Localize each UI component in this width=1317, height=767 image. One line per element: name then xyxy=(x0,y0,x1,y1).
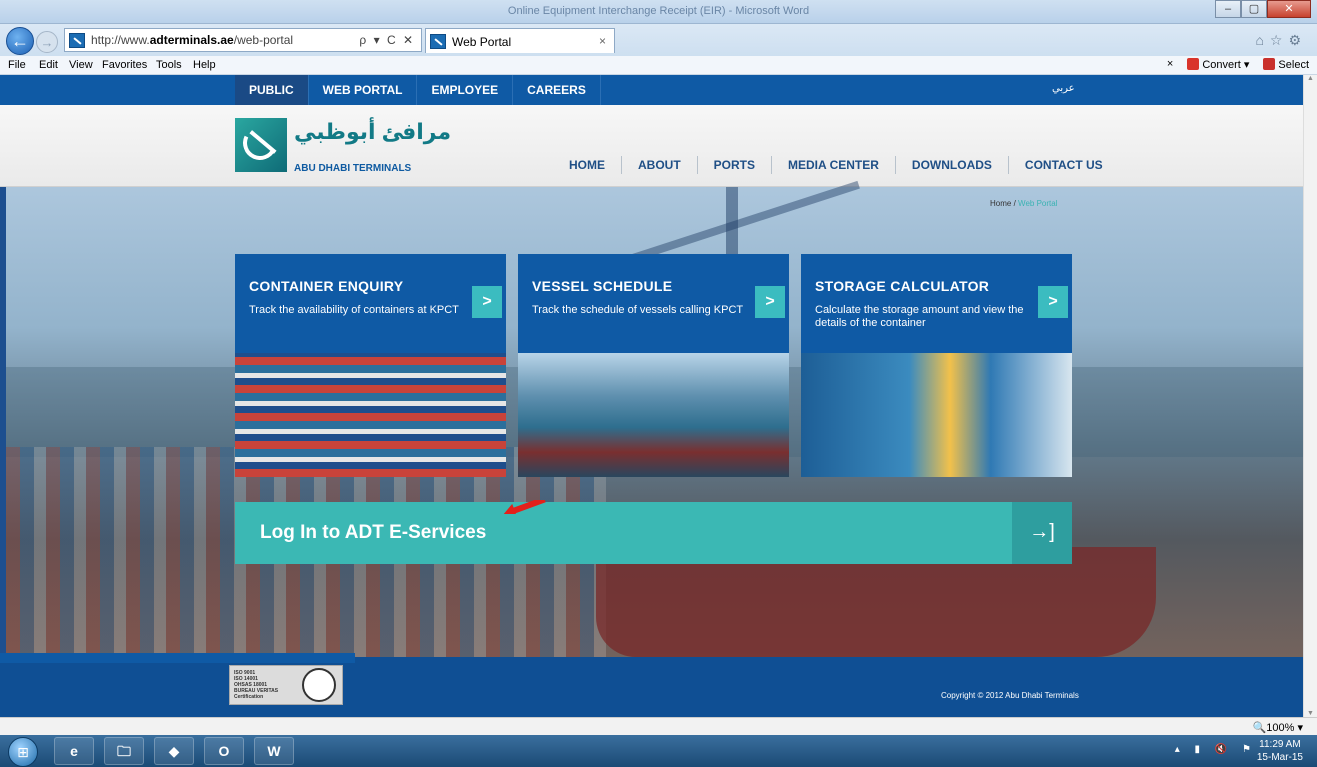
vertical-scrollbar[interactable] xyxy=(1303,75,1317,717)
certification-badge: ISO 9001 ISO 14001 OHSAS 18001 BUREAU VE… xyxy=(229,665,343,705)
nav-home[interactable]: HOME xyxy=(553,156,622,174)
maximize-button[interactable]: ▢ xyxy=(1241,0,1267,18)
home-favorites-settings-icons[interactable]: ⌂☆⚙ xyxy=(1255,32,1307,49)
cert-text: ISO 9001 ISO 14001 OHSAS 18001 BUREAU VE… xyxy=(234,670,279,700)
storage-calculator-card[interactable]: STORAGE CALCULATOR Calculate the storage… xyxy=(801,254,1072,477)
breadcrumb-separator: / xyxy=(1013,199,1016,208)
site-header: مرافئ أبوظبي ABU DHABI TERMINALS HOME AB… xyxy=(0,105,1303,187)
address-row: ← → http://www.adterminals.ae/web-portal… xyxy=(0,24,1317,56)
select-icon xyxy=(1263,58,1276,70)
toolbar-close-icon[interactable]: × xyxy=(1167,58,1173,71)
nav-media-center[interactable]: MEDIA CENTER xyxy=(772,156,896,174)
site-favicon-icon xyxy=(69,33,85,48)
main-nav: HOME ABOUT PORTS MEDIA CENTER DOWNLOADS … xyxy=(553,156,1119,174)
vessel-photo xyxy=(518,353,789,477)
chevron-right-icon[interactable]: > xyxy=(755,286,785,318)
menu-help[interactable]: Help xyxy=(193,59,216,71)
copyright-text: Copyright © 2012 Abu Dhabi Terminals xyxy=(941,691,1079,700)
top-nav: PUBLIC WEB PORTAL EMPLOYEE CAREERS عربي xyxy=(0,75,1303,105)
site-footer: ISO 9001 ISO 14001 OHSAS 18001 BUREAU VE… xyxy=(0,653,1303,717)
worker-photo xyxy=(801,353,1072,477)
nav-about[interactable]: ABOUT xyxy=(622,156,698,174)
nav-ports[interactable]: PORTS xyxy=(698,156,773,174)
window-title: Online Equipment Interchange Receipt (EI… xyxy=(507,5,810,17)
taskbar-clock[interactable]: 11:29 AM 15-Mar-15 xyxy=(1257,738,1303,764)
card-description: Calculate the storage amount and view th… xyxy=(815,304,1024,329)
tab-web-portal[interactable]: Web Portal × xyxy=(425,28,615,53)
card-title: CONTAINER ENQUIRY xyxy=(249,278,404,294)
red-annotation-arrow-icon xyxy=(503,500,546,514)
containers-photo xyxy=(235,353,506,477)
tab-favicon-icon xyxy=(430,34,446,49)
window-controls: – ▢ ✕ xyxy=(1215,0,1311,18)
start-button-icon[interactable]: ⊞ xyxy=(8,737,38,767)
login-e-services-bar[interactable]: Log In to ADT E-Services →] xyxy=(235,502,1072,564)
minimize-button[interactable]: – xyxy=(1215,0,1241,18)
windows-taskbar: ⊞ e 🗀 ◆ O W ▴ ▮ 🔇 ⚑ 11:29 AM 15-Mar-15 xyxy=(0,735,1317,767)
window-titlebar: Online Equipment Interchange Receipt (EI… xyxy=(0,0,1317,24)
menu-view[interactable]: View xyxy=(69,59,93,71)
topnav-web-portal[interactable]: WEB PORTAL xyxy=(309,75,418,105)
file-explorer-icon[interactable]: 🗀 xyxy=(104,737,144,765)
topnav-careers[interactable]: CAREERS xyxy=(513,75,601,105)
vessel-schedule-card[interactable]: VESSEL SCHEDULE Track the schedule of ve… xyxy=(518,254,789,477)
card-title: VESSEL SCHEDULE xyxy=(532,278,673,294)
nav-downloads[interactable]: DOWNLOADS xyxy=(896,156,1009,174)
chevron-right-icon[interactable]: > xyxy=(472,286,502,318)
bureau-veritas-seal-icon xyxy=(302,668,336,702)
internet-explorer-icon[interactable]: e xyxy=(54,737,94,765)
card-title: STORAGE CALCULATOR xyxy=(815,278,990,294)
breadcrumb: Home / Web Portal xyxy=(990,199,1057,208)
menu-tools[interactable]: Tools xyxy=(156,59,182,71)
login-label[interactable]: Log In to ADT E-Services xyxy=(260,522,486,544)
nav-contact-us[interactable]: CONTACT US xyxy=(1009,156,1119,174)
app-icon[interactable]: ◆ xyxy=(154,737,194,765)
topnav-employee[interactable]: EMPLOYEE xyxy=(417,75,514,105)
toolbar-right: × Convert ▾ Select xyxy=(1167,58,1309,71)
zoom-level[interactable]: 🔍100% ▾ xyxy=(1253,721,1303,734)
address-url[interactable]: http://www.adterminals.ae/web-portal xyxy=(91,33,293,47)
address-bar[interactable]: http://www.adterminals.ae/web-portal ρ ▾… xyxy=(64,28,422,52)
menu-file[interactable]: File xyxy=(8,59,26,71)
card-description: Track the schedule of vessels calling KP… xyxy=(532,304,744,316)
select-button[interactable]: Select xyxy=(1263,58,1309,71)
logo-english-text: ABU DHABI TERMINALS xyxy=(294,163,412,174)
menu-edit[interactable]: Edit xyxy=(39,59,58,71)
forward-button[interactable]: → xyxy=(36,31,58,53)
menu-bar: File Edit View Favorites Tools Help × Co… xyxy=(0,56,1317,75)
status-bar: 🔍100% ▾ xyxy=(0,717,1317,735)
search-refresh-stop-icons[interactable]: ρ ▾ C ✕ xyxy=(359,33,415,47)
tab-close-icon[interactable]: × xyxy=(599,34,606,48)
menu-favorites[interactable]: Favorites xyxy=(102,59,147,71)
tab-title: Web Portal xyxy=(452,35,512,49)
breadcrumb-current: Web Portal xyxy=(1018,199,1058,208)
topnav-public[interactable]: PUBLIC xyxy=(235,75,309,105)
logo-arabic-text: مرافئ أبوظبي xyxy=(294,119,452,144)
anchor-logo-icon[interactable] xyxy=(235,118,287,172)
convert-button[interactable]: Convert ▾ xyxy=(1187,58,1249,71)
card-description: Track the availability of containers at … xyxy=(249,304,459,316)
back-button[interactable]: ← xyxy=(6,27,34,55)
footer-tab xyxy=(0,653,355,663)
convert-icon xyxy=(1187,58,1200,70)
chevron-right-icon[interactable]: > xyxy=(1038,286,1068,318)
container-enquiry-card[interactable]: CONTAINER ENQUIRY Track the availability… xyxy=(235,254,506,477)
login-icon[interactable]: →] xyxy=(1012,502,1072,564)
page-viewport: PUBLIC WEB PORTAL EMPLOYEE CAREERS عربي … xyxy=(0,75,1303,717)
system-tray-icons[interactable]: ▴ ▮ 🔇 ⚑ xyxy=(1175,744,1257,755)
outlook-icon[interactable]: O xyxy=(204,737,244,765)
breadcrumb-home[interactable]: Home xyxy=(990,199,1011,208)
arabic-language-link[interactable]: عربي xyxy=(1052,83,1075,94)
hero-port-background: Home / Web Portal CONTAINER ENQUIRY Trac… xyxy=(6,180,1303,657)
close-window-button[interactable]: ✕ xyxy=(1267,0,1311,18)
word-icon[interactable]: W xyxy=(254,737,294,765)
